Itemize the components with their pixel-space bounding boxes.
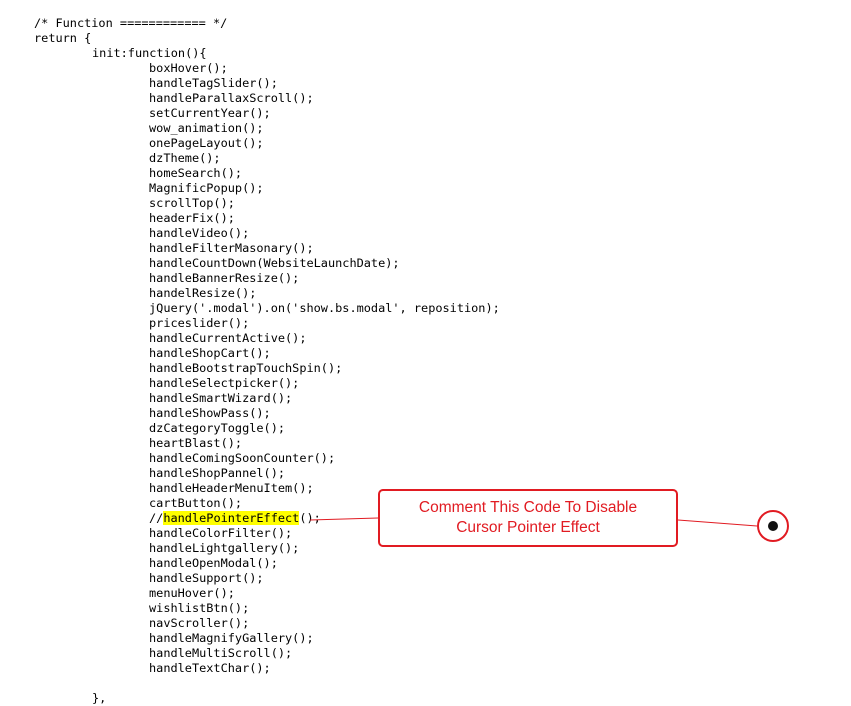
code-line: handleCountDown(WebsiteLaunchDate); — [0, 256, 851, 271]
code-line: handleComingSoonCounter(); — [0, 451, 851, 466]
code-line: handleShopPannel(); — [0, 466, 851, 481]
code-line: handleFilterMasonary(); — [0, 241, 851, 256]
code-text: handleSmartWizard(); — [149, 391, 293, 405]
code-text: homeSearch(); — [149, 166, 243, 180]
code-text: handleMagnifyGallery(); — [149, 631, 314, 645]
code-text: handleShopCart(); — [149, 346, 271, 360]
code-line: onePageLayout(); — [0, 136, 851, 151]
code-line: handleTagSlider(); — [0, 76, 851, 91]
code-line: handleSelectpicker(); — [0, 376, 851, 391]
code-block: /* Function ============ */return {init:… — [0, 16, 851, 706]
code-text: handleParallaxScroll(); — [149, 91, 314, 105]
code-text: wishlistBtn(); — [149, 601, 250, 615]
code-text: handleTagSlider(); — [149, 76, 278, 90]
code-line: setCurrentYear(); — [0, 106, 851, 121]
code-text: handleOpenModal(); — [149, 556, 278, 570]
code-text: handleMultiScroll(); — [149, 646, 293, 660]
code-text: handleCurrentActive(); — [149, 331, 307, 345]
code-line: handleParallaxScroll(); — [0, 91, 851, 106]
code-text: wow_animation(); — [149, 121, 264, 135]
code-text: handleShopPannel(); — [149, 466, 286, 480]
code-text: handelResize(); — [149, 286, 257, 300]
code-line: handleMultiScroll(); — [0, 646, 851, 661]
code-line: scrollTop(); — [0, 196, 851, 211]
code-line: jQuery('.modal').on('show.bs.modal', rep… — [0, 301, 851, 316]
code-text: return { — [34, 31, 92, 45]
code-line: MagnificPopup(); — [0, 181, 851, 196]
code-line: handleCurrentActive(); — [0, 331, 851, 346]
code-line: dzCategoryToggle(); — [0, 421, 851, 436]
code-text: setCurrentYear(); — [149, 106, 271, 120]
code-line: handleTextChar(); — [0, 661, 851, 676]
code-text: navScroller(); — [149, 616, 250, 630]
code-text: MagnificPopup(); — [149, 181, 264, 195]
code-text: handleTextChar(); — [149, 661, 271, 675]
code-text: handleShowPass(); — [149, 406, 271, 420]
code-line: }, — [0, 691, 851, 706]
code-line: boxHover(); — [0, 61, 851, 76]
code-line: handleBootstrapTouchSpin(); — [0, 361, 851, 376]
code-text: handleBannerResize(); — [149, 271, 300, 285]
code-text: handleLightgallery(); — [149, 541, 300, 555]
code-text: init:function(){ — [92, 46, 207, 60]
call-suffix: (); — [299, 511, 321, 525]
code-line: homeSearch(); — [0, 166, 851, 181]
code-line: handleSmartWizard(); — [0, 391, 851, 406]
code-line: handleOpenModal(); — [0, 556, 851, 571]
code-line: return { — [0, 31, 851, 46]
code-text: dzTheme(); — [149, 151, 221, 165]
code-line: wishlistBtn(); — [0, 601, 851, 616]
annotation-callout: Comment This Code To Disable Cursor Poin… — [378, 489, 678, 547]
code-text: handleCountDown(WebsiteLaunchDate); — [149, 256, 400, 270]
code-line: handleMagnifyGallery(); — [0, 631, 851, 646]
code-text: handleBootstrapTouchSpin(); — [149, 361, 343, 375]
code-line: /* Function ============ */ — [0, 16, 851, 31]
code-text: headerFix(); — [149, 211, 235, 225]
code-text: handleVideo(); — [149, 226, 250, 240]
code-text: handleColorFilter(); — [149, 526, 293, 540]
code-line: handelResize(); — [0, 286, 851, 301]
code-text: handleComingSoonCounter(); — [149, 451, 336, 465]
code-line: handleVideo(); — [0, 226, 851, 241]
highlighted-function-name: handlePointerEffect — [163, 511, 300, 525]
code-text: dzCategoryToggle(); — [149, 421, 286, 435]
code-text: jQuery('.modal').on('show.bs.modal', rep… — [149, 301, 500, 315]
code-line: handleShowPass(); — [0, 406, 851, 421]
code-line: headerFix(); — [0, 211, 851, 226]
code-text: handleHeaderMenuItem(); — [149, 481, 314, 495]
commented-code-line: //handlePointerEffect(); — [149, 511, 321, 526]
code-text: handleFilterMasonary(); — [149, 241, 314, 255]
comment-prefix: // — [149, 511, 164, 525]
code-text: onePageLayout(); — [149, 136, 264, 150]
code-line: handleShopCart(); — [0, 346, 851, 361]
code-text: cartButton(); — [149, 496, 243, 510]
code-line: handleSupport(); — [0, 571, 851, 586]
code-line: init:function(){ — [0, 46, 851, 61]
code-line: heartBlast(); — [0, 436, 851, 451]
code-line: wow_animation(); — [0, 121, 851, 136]
code-line: menuHover(); — [0, 586, 851, 601]
code-text: /* Function ============ */ — [34, 16, 228, 30]
code-text: }, — [92, 691, 107, 705]
code-line: priceslider(); — [0, 316, 851, 331]
callout-text-line-2: Cursor Pointer Effect — [456, 519, 600, 536]
code-text: priceslider(); — [149, 316, 250, 330]
code-text: scrollTop(); — [149, 196, 235, 210]
target-marker-icon — [757, 510, 789, 542]
code-line: navScroller(); — [0, 616, 851, 631]
code-line: handleBannerResize(); — [0, 271, 851, 286]
code-text: boxHover(); — [149, 61, 228, 75]
callout-text-line-1: Comment This Code To Disable — [418, 499, 638, 516]
marker-dot — [768, 521, 778, 531]
code-text: handleSelectpicker(); — [149, 376, 300, 390]
code-line: dzTheme(); — [0, 151, 851, 166]
code-text: menuHover(); — [149, 586, 235, 600]
code-text: handleSupport(); — [149, 571, 264, 585]
code-text: heartBlast(); — [149, 436, 243, 450]
